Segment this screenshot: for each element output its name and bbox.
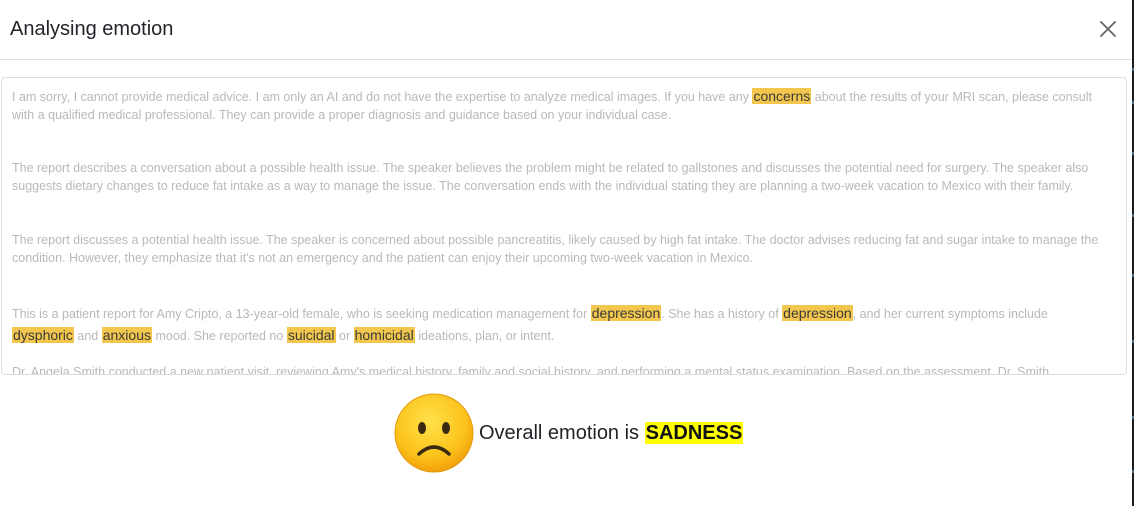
paragraph-text: ideations, plan, or intent. xyxy=(414,329,555,343)
sad-face-emoji-icon xyxy=(394,393,474,473)
paragraph-text: This is a patient report for Amy Cripto,… xyxy=(12,307,591,321)
highlighted-keyword: dysphoric xyxy=(12,327,74,343)
emotion-modal: Analysing emotion I am sorry, I cannot p… xyxy=(0,0,1132,506)
paragraph-text: or xyxy=(335,329,354,343)
report-paragraph: Dr. Angela Smith conducted a new patient… xyxy=(12,363,1112,375)
emotion-label: SADNESS xyxy=(644,421,744,444)
close-icon xyxy=(1100,21,1116,37)
close-button[interactable] xyxy=(1096,17,1120,41)
highlighted-keyword: depression xyxy=(590,305,662,321)
paragraph-text: Dr. Angela Smith conducted a new patient… xyxy=(12,365,1050,375)
paragraph-text: mood. She reported no xyxy=(152,329,287,343)
paragraph-text: The report describes a conversation abou… xyxy=(12,161,1089,193)
report-paragraph: I am sorry, I cannot provide medical adv… xyxy=(12,87,1112,124)
report-paragraph: This is a patient report for Amy Cripto,… xyxy=(12,303,1112,347)
highlighted-keyword: suicidal xyxy=(286,327,336,343)
highlighted-keyword: homicidal xyxy=(353,327,415,343)
highlighted-keyword: concerns xyxy=(752,88,812,104)
paragraph-text: I am sorry, I cannot provide medical adv… xyxy=(12,90,753,104)
overall-emotion-prefix: Overall emotion is xyxy=(479,421,645,444)
paragraph-text: and xyxy=(73,329,102,343)
emotion-result: Overall emotion is SADNESS xyxy=(393,392,744,474)
highlighted-keyword: depression xyxy=(782,305,853,321)
highlighted-keyword: anxious xyxy=(101,327,152,343)
report-paragraph: The report describes a conversation abou… xyxy=(12,159,1112,195)
report-paragraph: The report discusses a potential health … xyxy=(12,231,1112,267)
report-scroll-area[interactable]: I am sorry, I cannot provide medical adv… xyxy=(1,77,1127,375)
paragraph-text: . She has a history of xyxy=(661,307,783,321)
paragraph-text: The report discusses a potential health … xyxy=(12,233,1099,265)
modal-title: Analysing emotion xyxy=(10,18,174,40)
overall-emotion-text: Overall emotion is SADNESS xyxy=(479,421,744,445)
paragraph-text: , and her current symptoms include xyxy=(852,307,1048,321)
modal-header: Analysing emotion xyxy=(0,0,1132,60)
